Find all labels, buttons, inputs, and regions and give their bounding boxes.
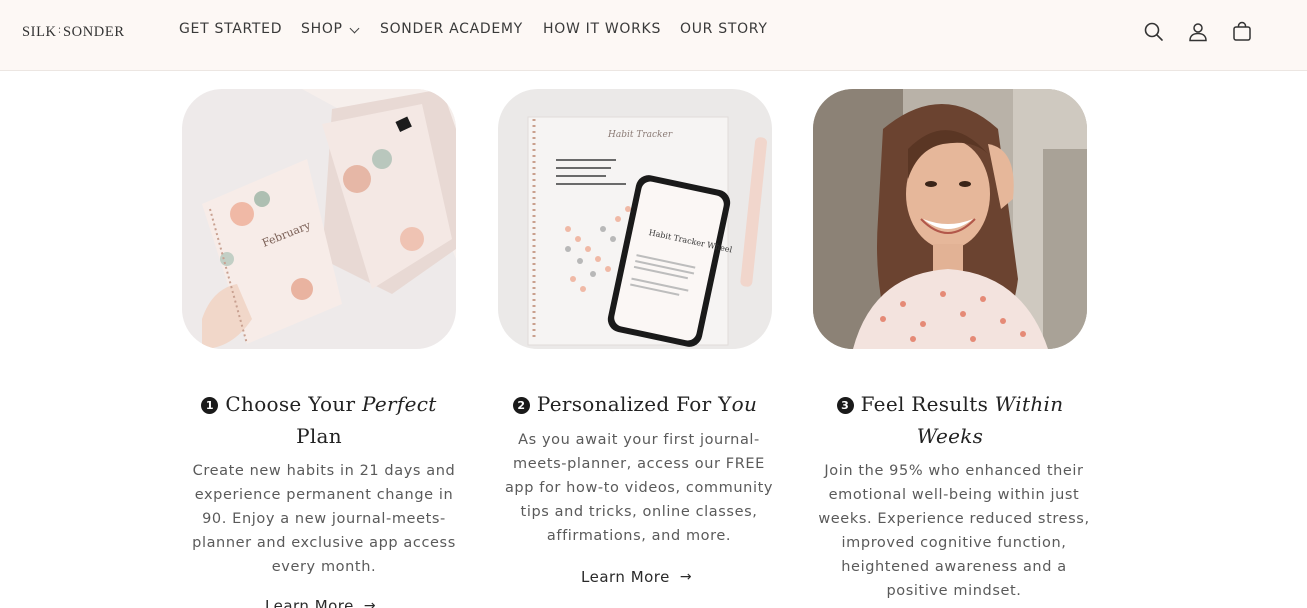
habit-tracker-photo: Habit Tracker Habit Tracker Wheel	[498, 89, 772, 349]
step-title-text: Feel Results	[860, 392, 995, 416]
nav-label: SONDER ACADEMY	[380, 21, 523, 37]
step-2-title: 2 Personalized For You	[478, 388, 792, 420]
nav-label: OUR STORY	[680, 21, 768, 37]
step-number-badge: 3	[836, 397, 854, 414]
step-title-line2: Weeks	[916, 424, 984, 448]
brand-separator-icon: • •	[58, 27, 61, 36]
search-icon[interactable]	[1142, 20, 1166, 44]
step-1-learn-more-link[interactable]: Learn More →	[265, 597, 376, 608]
step-1-title: 1 Choose Your Perfect Plan	[182, 388, 456, 452]
arrow-right-icon: →	[363, 598, 377, 608]
nav-label: GET STARTED	[179, 21, 283, 37]
nav-how-it-works[interactable]: HOW IT WORKS	[543, 21, 661, 37]
step-1-description: Create new habits in 21 days and experie…	[192, 463, 456, 575]
brand-name-right: SONDER	[62, 23, 125, 40]
account-icon[interactable]	[1186, 20, 1210, 44]
nav-get-started[interactable]: GET STARTED	[179, 21, 282, 37]
nav-label: SHOP	[301, 21, 343, 37]
cart-icon[interactable]	[1230, 20, 1254, 44]
step-3-description: Join the 95% who enhanced their emotiona…	[818, 463, 1090, 599]
brand-logo[interactable]: SILK • • SONDER	[22, 24, 125, 40]
nav-sonder-academy[interactable]: SONDER ACADEMY	[380, 21, 523, 37]
chevron-down-icon	[349, 23, 360, 33]
step-title-text: Personalized For Y	[536, 392, 732, 416]
planner-photo: February	[182, 89, 456, 349]
step-title-italic: ou	[731, 392, 758, 416]
svg-text:Habit Tracker: Habit Tracker	[607, 130, 673, 140]
learn-more-label: Learn More	[581, 568, 670, 586]
nav-our-story[interactable]: OUR STORY	[680, 21, 768, 37]
step-3-title: 3 Feel Results Within Weeks	[813, 388, 1087, 452]
step-number-badge: 1	[201, 397, 219, 414]
arrow-right-icon: →	[679, 569, 693, 585]
brand-name-left: SILK	[22, 23, 57, 40]
step-title-italic: Within	[994, 392, 1064, 416]
step-title-text: Choose Your	[225, 392, 363, 416]
learn-more-label: Learn More	[265, 597, 354, 608]
nav-label: HOW IT WORKS	[543, 21, 662, 37]
nav-shop[interactable]: SHOP	[301, 21, 360, 37]
step-title-line2: Plan	[296, 424, 342, 448]
step-title-italic: Perfect	[362, 392, 437, 416]
site-header: SILK • • SONDER GET STARTED SHOP SONDER A…	[0, 0, 1307, 71]
step-number-badge: 2	[512, 397, 530, 414]
step-2-description: As you await your first journal-meets-pl…	[504, 432, 774, 544]
step-2-learn-more-link[interactable]: Learn More →	[581, 568, 692, 586]
smiling-woman-photo	[813, 89, 1087, 349]
